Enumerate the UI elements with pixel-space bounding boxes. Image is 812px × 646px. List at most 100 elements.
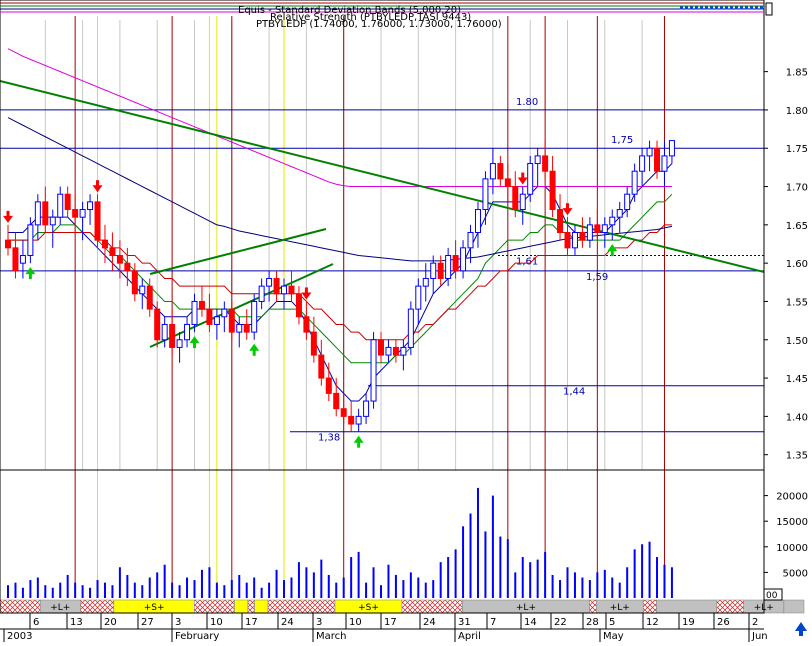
level-label-4: 1,44 [563,387,585,398]
volume-bar-33 [253,577,256,598]
month-label-3: April [458,631,481,642]
candle-body-62 [467,232,474,249]
day-tick-label-8: 3 [316,617,322,628]
candle-body-10 [79,209,86,218]
volume-bar-49 [372,567,375,598]
month-label-4: May [603,631,624,642]
volume-bar-88 [663,564,666,598]
signal-band-8 [267,599,336,614]
volume-bar-61 [462,526,465,598]
day-tick-label-13: 7 [490,617,496,628]
signal-band-label-9: +S+ [358,603,379,613]
volume-bar-44 [335,582,338,598]
volume-bar-17 [133,582,136,598]
volume-bar-12 [96,580,99,598]
signal-band-7 [254,599,269,614]
volume-bar-4 [36,577,39,598]
candle-body-76 [571,232,578,249]
volume-bar-23 [178,585,181,598]
signal-band-2 [80,599,115,614]
candle-body-0 [5,239,11,249]
day-tick-label-1: 13 [70,617,83,628]
candle-body-19 [146,285,153,310]
volume-bar-8 [66,574,69,598]
candle-body-50 [378,339,384,356]
signal-band-label-11: +L+ [516,603,536,613]
volume-bar-86 [648,541,651,598]
volume-bar-47 [357,551,360,598]
signal-band-label-1: +L+ [50,603,70,613]
candle-body-52 [392,346,399,356]
candle-body-37 [281,285,288,295]
level-label-0: 1.80 [516,97,538,108]
candle-body-38 [288,285,295,295]
candle-body-71 [534,155,541,165]
scroll-indicator-icon[interactable] [765,2,773,16]
candle-body-80 [601,224,608,234]
candle-body-16 [124,262,131,272]
signal-band-12 [589,599,597,614]
month-label-1: February [175,631,219,642]
volume-bar-5 [44,585,47,598]
day-tick-label-3: 27 [141,617,154,628]
signal-band-15 [656,599,718,614]
volume-bar-68 [514,572,517,598]
day-tick-label-18: 12 [646,617,659,628]
volume-bar-10 [81,585,84,598]
candle-body-65 [489,163,496,180]
volume-bar-77 [581,577,584,598]
volume-bar-0 [7,585,9,598]
candle-body-25 [191,300,198,325]
volume-bar-80 [603,569,606,598]
price-tick-label-5: 1.60 [786,259,808,270]
level-label-5: 1,38 [318,433,340,444]
volume-bar-39 [297,562,300,598]
day-tick-label-21: 2 [752,617,758,628]
candle-body-45 [340,408,347,417]
price-tick-label-9: 1.40 [786,412,808,423]
volume-bar-78 [588,580,591,598]
candle-body-14 [109,247,116,256]
volume-bar-18 [141,585,144,598]
candle-body-26 [198,300,205,310]
candle-body-66 [497,163,504,180]
volume-bar-6 [51,587,54,598]
candle-body-48 [363,400,370,417]
candle-body-9 [72,209,79,218]
day-tick-label-9: 10 [349,617,362,628]
volume-tick-label-3: 5000 [783,568,808,579]
candle-body-6 [49,216,56,226]
candle-body-3 [27,224,34,256]
volume-bar-57 [432,580,435,598]
candle-body-67 [504,178,511,188]
volume-bar-51 [387,564,390,598]
volume-bar-64 [484,531,487,598]
candle-body-47 [355,415,362,425]
candle-body-54 [407,308,414,348]
volume-bar-32 [245,582,248,598]
day-tick-label-20: 26 [717,617,730,628]
day-tick-label-4: 3 [175,617,181,628]
volume-bar-26 [200,569,203,598]
volume-bar-11 [89,587,92,598]
level-label-3: 1,59 [586,272,608,283]
candle-body-2 [19,254,26,264]
price-tick-label-6: 1.55 [786,297,808,308]
day-tick-label-14: 14 [524,617,537,628]
volume-bar-40 [305,567,308,598]
volume-bar-59 [447,557,450,598]
volume-bar-73 [551,574,554,598]
day-tick-label-17: 5 [609,617,615,628]
volume-bar-42 [320,559,323,598]
candle-body-49 [370,339,377,402]
volume-bar-71 [536,559,539,598]
candle-body-41 [310,331,317,356]
candle-body-58 [437,262,444,279]
candle-body-51 [385,346,392,356]
signal-band-14 [642,599,657,614]
day-tick-label-2: 20 [104,617,117,628]
volume-bar-55 [417,577,420,598]
volume-bar-13 [103,582,106,598]
volume-bar-67 [506,539,509,598]
volume-bar-21 [163,564,166,598]
